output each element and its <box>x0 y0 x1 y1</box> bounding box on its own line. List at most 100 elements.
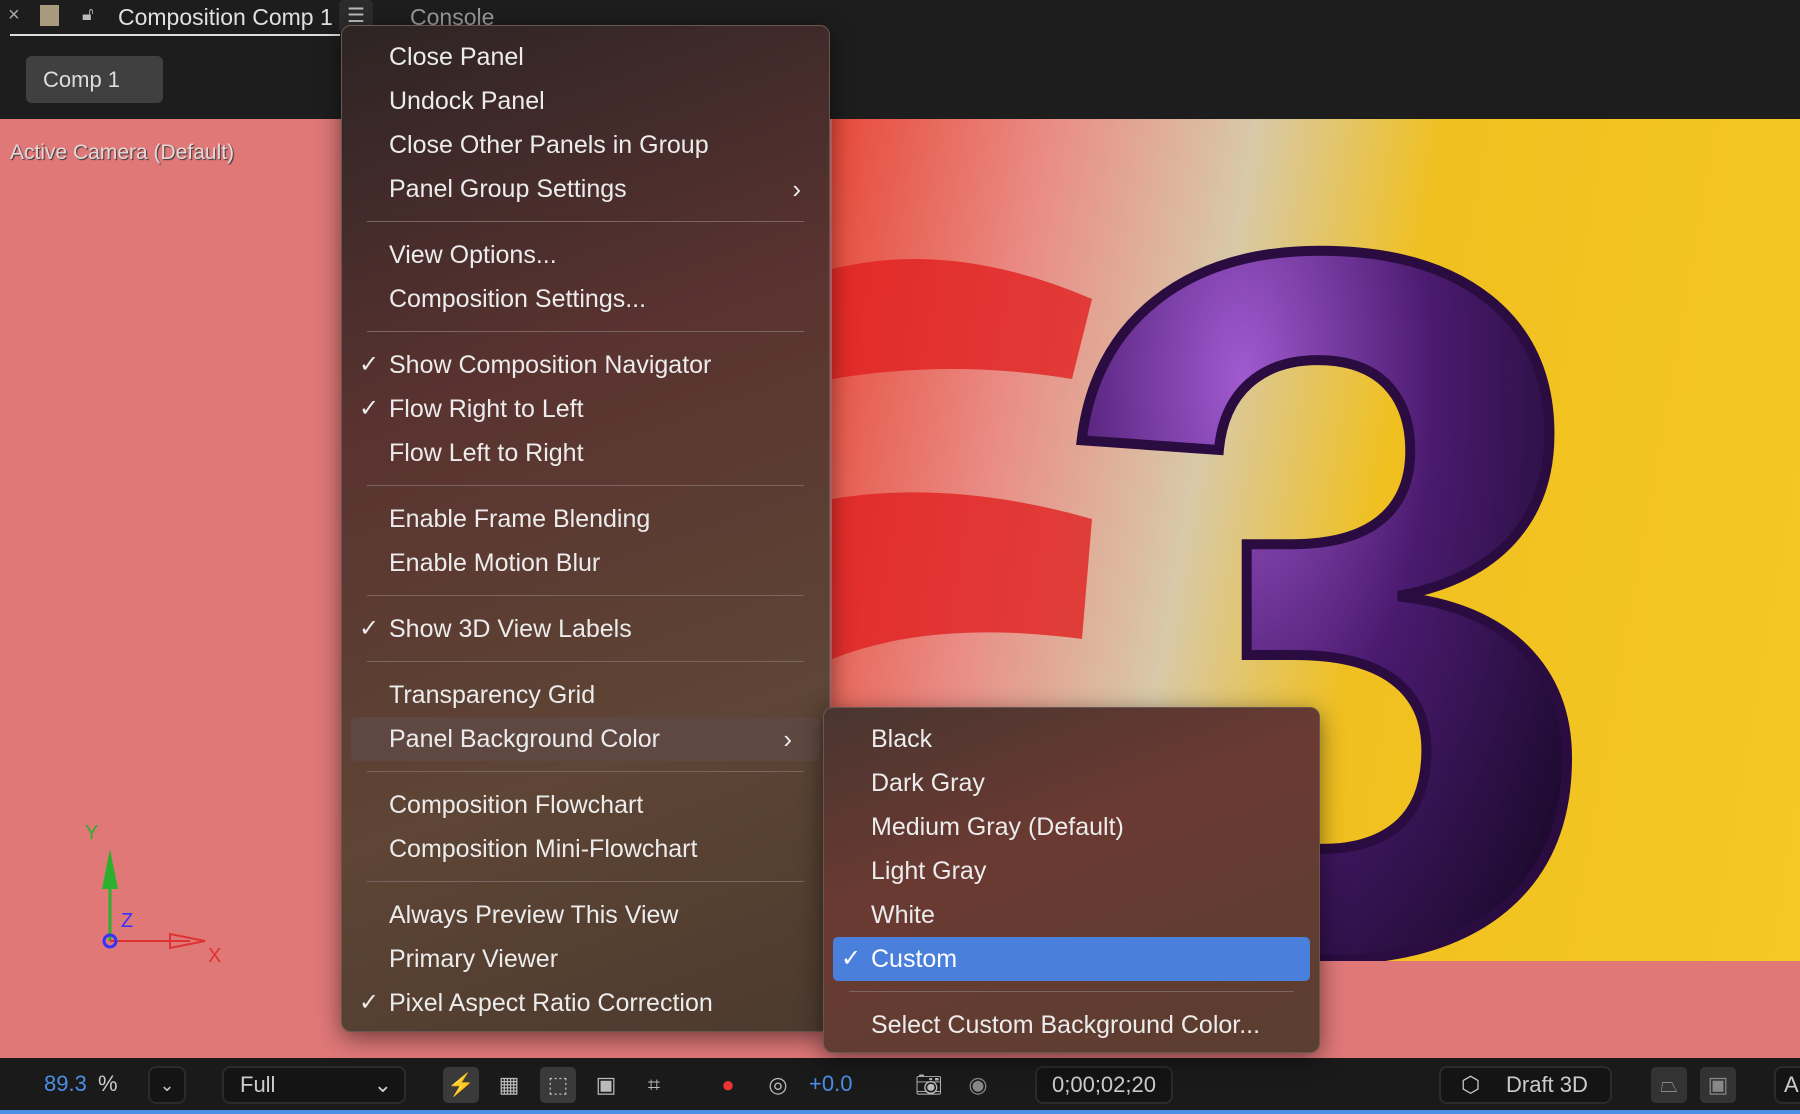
menu-item-view-options[interactable]: View Options... <box>342 233 829 277</box>
grid-guides-icon[interactable]: ⌗ <box>636 1067 672 1103</box>
menu-item-panel-group-settings[interactable]: Panel Group Settings › <box>342 167 829 211</box>
menu-item-label: Primary Viewer <box>389 945 559 973</box>
menu-item-label: Close Panel <box>389 43 524 71</box>
extended-viewer-icon[interactable]: ▣ <box>1700 1067 1736 1103</box>
menu-item-label: Flow Left to Right <box>389 439 584 467</box>
view-layout-dropdown[interactable]: A <box>1774 1066 1800 1104</box>
menu-item-label: Enable Frame Blending <box>389 505 651 533</box>
menu-item-dark-gray[interactable]: Dark Gray <box>824 761 1319 805</box>
menu-item-label: Panel Group Settings <box>389 175 627 203</box>
menu-item-flow-right-to-left[interactable]: ✓ Flow Right to Left <box>342 387 829 431</box>
menu-item-primary-viewer[interactable]: Primary Viewer <box>342 937 829 981</box>
menu-separator <box>342 321 829 343</box>
active-camera-label: Active Camera (Default) <box>10 141 235 164</box>
timecode-display[interactable]: 0;00;02;20 <box>1035 1066 1173 1104</box>
menu-item-composition-flowchart[interactable]: Composition Flowchart <box>342 783 829 827</box>
3d-axis-gizmo <box>102 849 206 950</box>
menu-item-label: Light Gray <box>871 857 987 885</box>
comp-1-button[interactable]: Comp 1 <box>26 56 163 103</box>
draft-3d-label: Draft 3D <box>1506 1072 1588 1097</box>
menu-item-label: Show Composition Navigator <box>389 351 712 379</box>
transparency-grid-icon[interactable]: ▦ <box>491 1067 527 1103</box>
resolution-dropdown[interactable]: Full ⌄ <box>222 1066 406 1104</box>
y-axis-arrow <box>102 849 118 889</box>
chevron-right-icon: › <box>783 724 792 754</box>
menu-item-label: Medium Gray (Default) <box>871 813 1124 841</box>
channels-icon[interactable]: ● <box>710 1067 746 1103</box>
menu-item-enable-motion-blur[interactable]: Enable Motion Blur <box>342 541 829 585</box>
menu-item-label: Select Custom Background Color... <box>871 1011 1261 1039</box>
menu-item-close-other-panels-in-group[interactable]: Close Other Panels in Group <box>342 123 829 167</box>
menu-separator <box>342 585 829 607</box>
menu-item-label: Composition Mini-Flowchart <box>389 835 698 863</box>
draft-3d-button[interactable]: ⬡ Draft 3D <box>1439 1066 1612 1104</box>
comp-color-swatch-icon <box>40 5 59 26</box>
menu-item-label: Close Other Panels in Group <box>389 131 709 159</box>
checkmark-icon: ✓ <box>359 615 380 642</box>
menu-item-label: Always Preview This View <box>389 901 679 929</box>
menu-item-label: Pixel Aspect Ratio Correction <box>389 989 713 1017</box>
region-of-interest-icon[interactable]: ⬚ <box>540 1067 576 1103</box>
panel-focus-indicator <box>0 1110 1800 1114</box>
menu-separator <box>342 211 829 233</box>
menu-separator <box>342 871 829 893</box>
zoom-unit: % <box>98 1071 118 1096</box>
mask-visibility-icon[interactable]: ▣ <box>588 1067 624 1103</box>
fast-previews-icon[interactable]: ⚡ <box>443 1067 479 1103</box>
menu-item-label: Composition Settings... <box>389 285 647 313</box>
menu-item-flow-left-to-right[interactable]: Flow Left to Right <box>342 431 829 475</box>
menu-item-select-custom-background-color[interactable]: Select Custom Background Color... <box>824 1003 1319 1047</box>
menu-item-medium-gray-default[interactable]: Medium Gray (Default) <box>824 805 1319 849</box>
resolution-value: Full <box>240 1072 276 1097</box>
menu-item-transparency-grid[interactable]: Transparency Grid <box>342 673 829 717</box>
menu-item-label: White <box>871 901 935 929</box>
menu-item-label: Dark Gray <box>871 769 985 797</box>
menu-item-enable-frame-blending[interactable]: Enable Frame Blending <box>342 497 829 541</box>
viewer-toolbar: 89.3 % ⌄ Full ⌄ ⚡ ▦ ⬚ ▣ ⌗ ● ◎ +0.0 📷︎ ◉ 0… <box>0 1058 1800 1110</box>
menu-item-label: Panel Background Color <box>389 725 660 753</box>
menu-item-pixel-aspect-ratio-correction[interactable]: ✓ Pixel Aspect Ratio Correction <box>342 981 829 1025</box>
menu-item-close-panel[interactable]: Close Panel <box>342 35 829 79</box>
menu-item-panel-background-color[interactable]: Panel Background Color › <box>351 717 820 761</box>
close-tab-button[interactable]: × <box>8 4 20 27</box>
menu-item-show-3d-view-labels[interactable]: ✓ Show 3D View Labels <box>342 607 829 651</box>
snapshot-camera-icon[interactable]: 📷︎ <box>911 1067 947 1103</box>
menu-separator <box>342 475 829 497</box>
draft-3d-cube-icon: ⬡ <box>1461 1072 1481 1097</box>
chevron-down-icon: ⌄ <box>373 1072 392 1097</box>
menu-separator <box>824 981 1319 1003</box>
menu-item-label: View Options... <box>389 241 557 269</box>
menu-item-black[interactable]: Black <box>824 717 1319 761</box>
menu-item-show-composition-navigator[interactable]: ✓ Show Composition Navigator <box>342 343 829 387</box>
menu-item-undock-panel[interactable]: Undock Panel <box>342 79 829 123</box>
checkmark-icon: ✓ <box>359 989 380 1016</box>
tab-composition-comp-1[interactable]: Composition Comp 1 <box>118 4 333 31</box>
exposure-value[interactable]: +0.0 <box>809 1062 852 1106</box>
menu-item-white[interactable]: White <box>824 893 1319 937</box>
menu-item-label: Custom <box>871 945 958 973</box>
menu-item-label: Black <box>871 725 933 753</box>
menu-separator <box>342 761 829 783</box>
show-snapshot-icon[interactable]: ◉ <box>960 1067 996 1103</box>
zoom-value[interactable]: 89.3 <box>44 1062 87 1106</box>
menu-item-composition-mini-flowchart[interactable]: Composition Mini-Flowchart <box>342 827 829 871</box>
checkmark-icon: ✓ <box>359 395 380 422</box>
menu-item-composition-settings[interactable]: Composition Settings... <box>342 277 829 321</box>
menu-item-label: Enable Motion Blur <box>389 549 601 577</box>
checkmark-icon: ✓ <box>841 945 862 972</box>
menu-item-label: Flow Right to Left <box>389 395 584 423</box>
menu-item-light-gray[interactable]: Light Gray <box>824 849 1319 893</box>
checkmark-icon: ✓ <box>359 351 380 378</box>
lock-icon[interactable]: 🔓︎ <box>82 4 94 25</box>
panel-background-color-submenu: Black Dark Gray Medium Gray (Default) Light… <box>823 707 1320 1053</box>
3d-ground-plane-icon[interactable]: ⏢ <box>1651 1067 1687 1103</box>
panel-tab-bar: × 🔓︎ Composition Comp 1 ☰ Console Comp 1 <box>0 0 1800 119</box>
panel-options-menu: Close Panel Undock Panel Close Other Panel… <box>341 25 830 1032</box>
menu-item-always-preview-this-view[interactable]: Always Preview This View <box>342 893 829 937</box>
y-axis-label: Y <box>85 822 99 844</box>
menu-item-custom[interactable]: ✓ Custom <box>833 937 1310 981</box>
menu-item-label: Transparency Grid <box>389 681 596 709</box>
menu-item-label: Show 3D View Labels <box>389 615 632 643</box>
color-management-icon[interactable]: ◎ <box>760 1067 796 1103</box>
zoom-dropdown-chevron-down-icon[interactable]: ⌄ <box>148 1066 186 1104</box>
